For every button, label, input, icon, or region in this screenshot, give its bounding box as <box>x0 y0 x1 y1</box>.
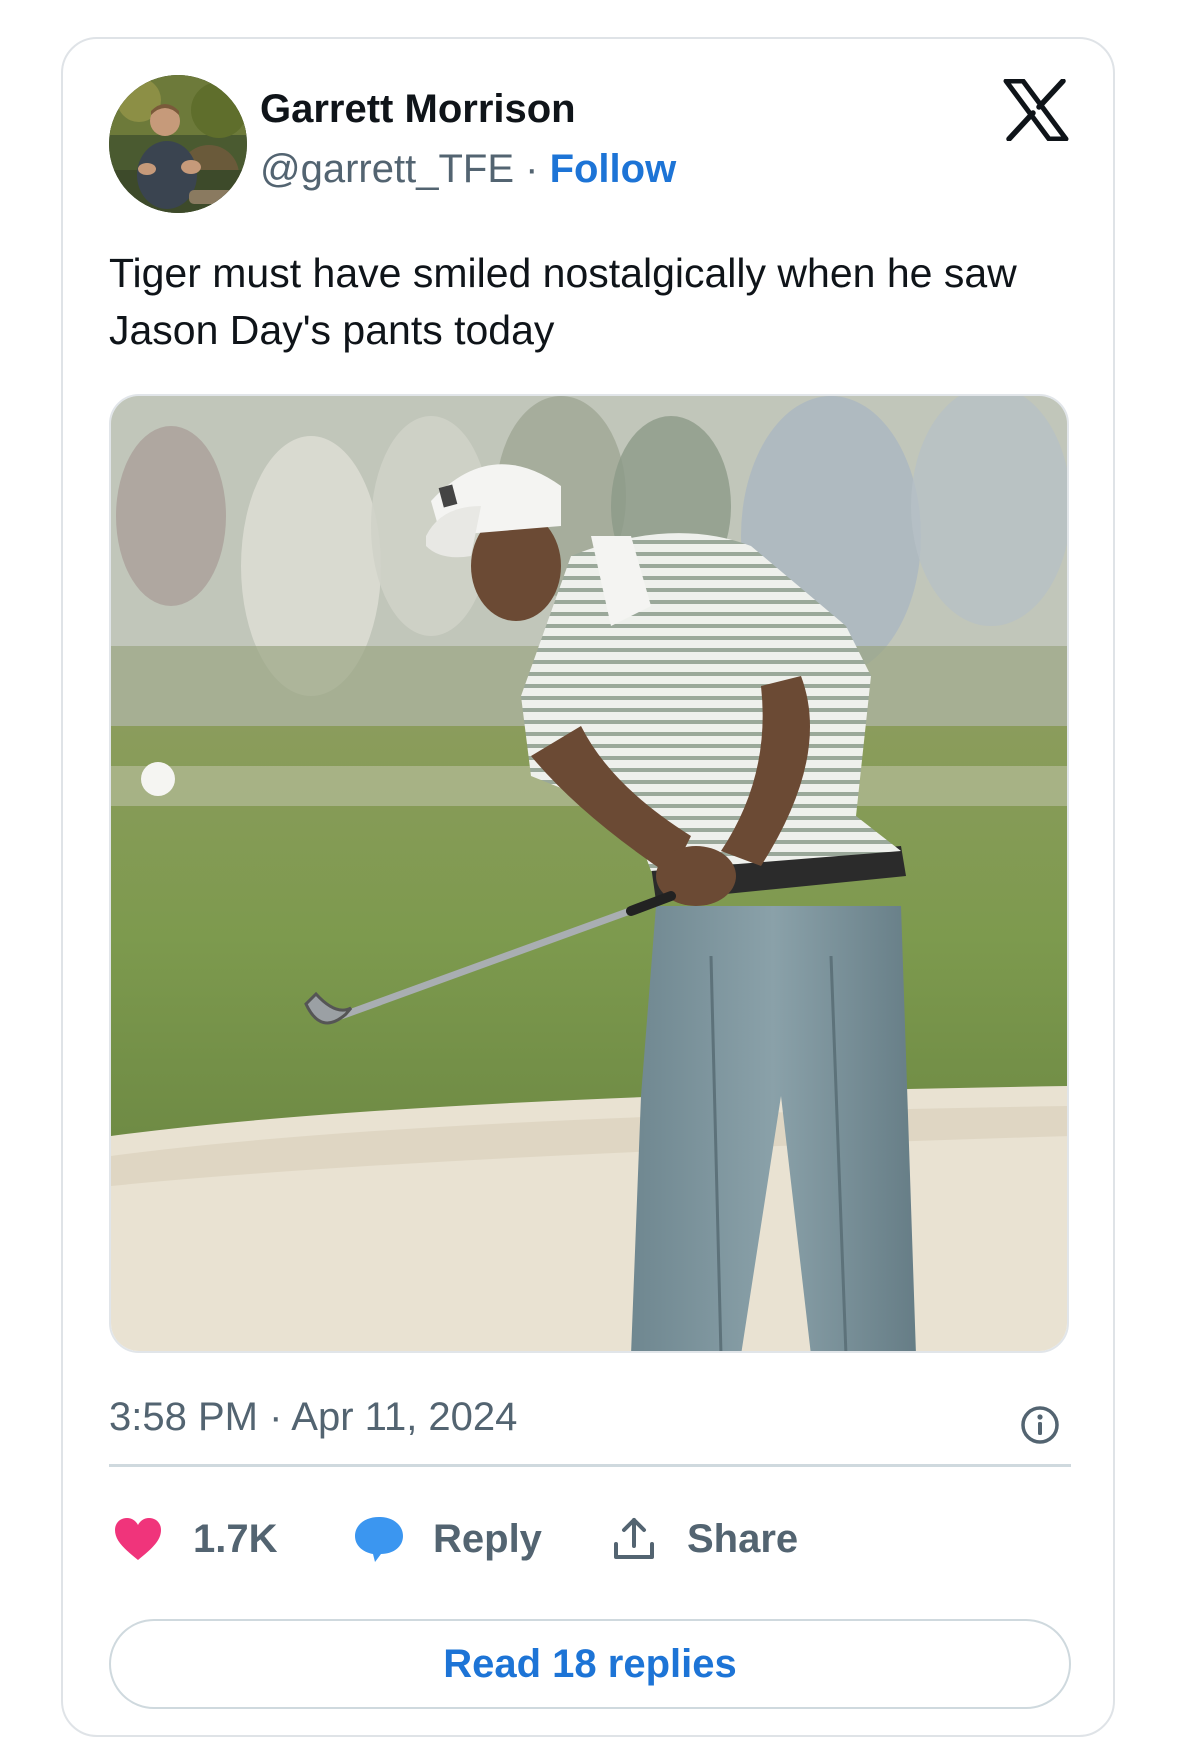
tweet-card: Garrett Morrison @garrett_TFE · Follow T… <box>61 37 1115 1737</box>
speech-bubble-icon <box>355 1517 403 1562</box>
tweet-text: Tiger must have smiled nostalgically whe… <box>109 250 1017 353</box>
tweet-media-image[interactable] <box>109 394 1069 1353</box>
x-logo-icon[interactable] <box>1003 79 1069 141</box>
divider <box>109 1464 1071 1467</box>
like-count: 1.7K <box>193 1516 278 1561</box>
avatar[interactable] <box>109 75 247 213</box>
follow-button[interactable]: Follow <box>550 147 677 191</box>
info-icon[interactable] <box>1019 1404 1061 1446</box>
like-button[interactable]: 1.7K <box>113 1511 278 1567</box>
author-handle[interactable]: @garrett_TFE <box>260 147 514 191</box>
reply-label: Reply <box>433 1516 542 1561</box>
share-button[interactable]: Share <box>611 1511 798 1567</box>
author-handle-line: @garrett_TFE · Follow <box>260 147 676 192</box>
read-replies-button[interactable]: Read 18 replies <box>109 1619 1071 1709</box>
author-name[interactable]: Garrett Morrison <box>260 87 576 132</box>
share-label: Share <box>687 1516 799 1561</box>
avatar-photo <box>109 75 247 213</box>
golfer-photo <box>111 396 1067 1351</box>
handle-separator: · <box>514 147 550 191</box>
heart-icon <box>115 1518 161 1560</box>
share-upload-icon <box>614 1518 654 1559</box>
reply-button[interactable]: Reply <box>353 1511 542 1567</box>
tweet-timestamp[interactable]: 3:58 PM · Apr 11, 2024 <box>109 1395 517 1440</box>
